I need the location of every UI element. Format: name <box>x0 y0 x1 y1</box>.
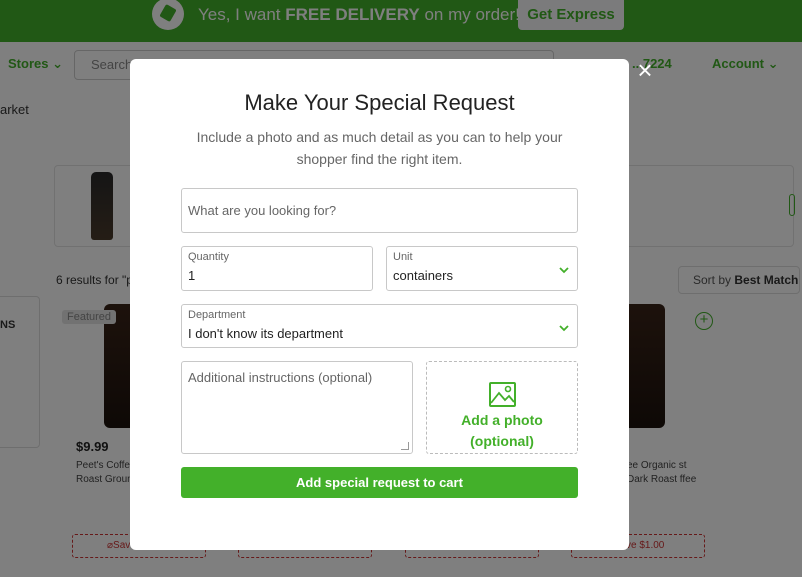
item-search-input[interactable]: What are you looking for? <box>181 188 578 233</box>
chevron-down-icon <box>559 265 569 277</box>
unit-select[interactable]: Unit containers <box>386 246 578 291</box>
unit-label: Unit <box>393 251 413 263</box>
add-to-cart-button[interactable]: Add special request to cart <box>181 467 578 498</box>
quantity-label: Quantity <box>188 251 229 263</box>
resize-handle-icon[interactable] <box>401 442 409 450</box>
department-label: Department <box>188 309 246 321</box>
image-icon <box>489 382 516 407</box>
item-search-placeholder: What are you looking for? <box>188 203 337 218</box>
quantity-value: 1 <box>188 268 196 283</box>
quantity-field[interactable]: Quantity 1 <box>181 246 373 291</box>
special-request-modal: Make Your Special Request Include a phot… <box>130 59 629 550</box>
instructions-textarea[interactable]: Additional instructions (optional) <box>181 361 413 454</box>
add-photo-optional-label: (optional) <box>470 433 534 449</box>
modal-title: Make Your Special Request <box>244 90 515 115</box>
department-value: I don't know its department <box>188 326 343 341</box>
chevron-down-icon <box>559 323 569 335</box>
modal-subtitle: Include a photo and as much detail as yo… <box>196 129 563 167</box>
unit-value: containers <box>393 268 453 283</box>
instructions-placeholder: Additional instructions (optional) <box>188 370 373 385</box>
add-photo-label: Add a photo <box>461 412 543 428</box>
close-icon[interactable]: × <box>634 57 656 83</box>
department-select[interactable]: Department I don't know its department <box>181 304 578 348</box>
add-photo-dropzone[interactable]: Add a photo (optional) <box>426 361 578 454</box>
